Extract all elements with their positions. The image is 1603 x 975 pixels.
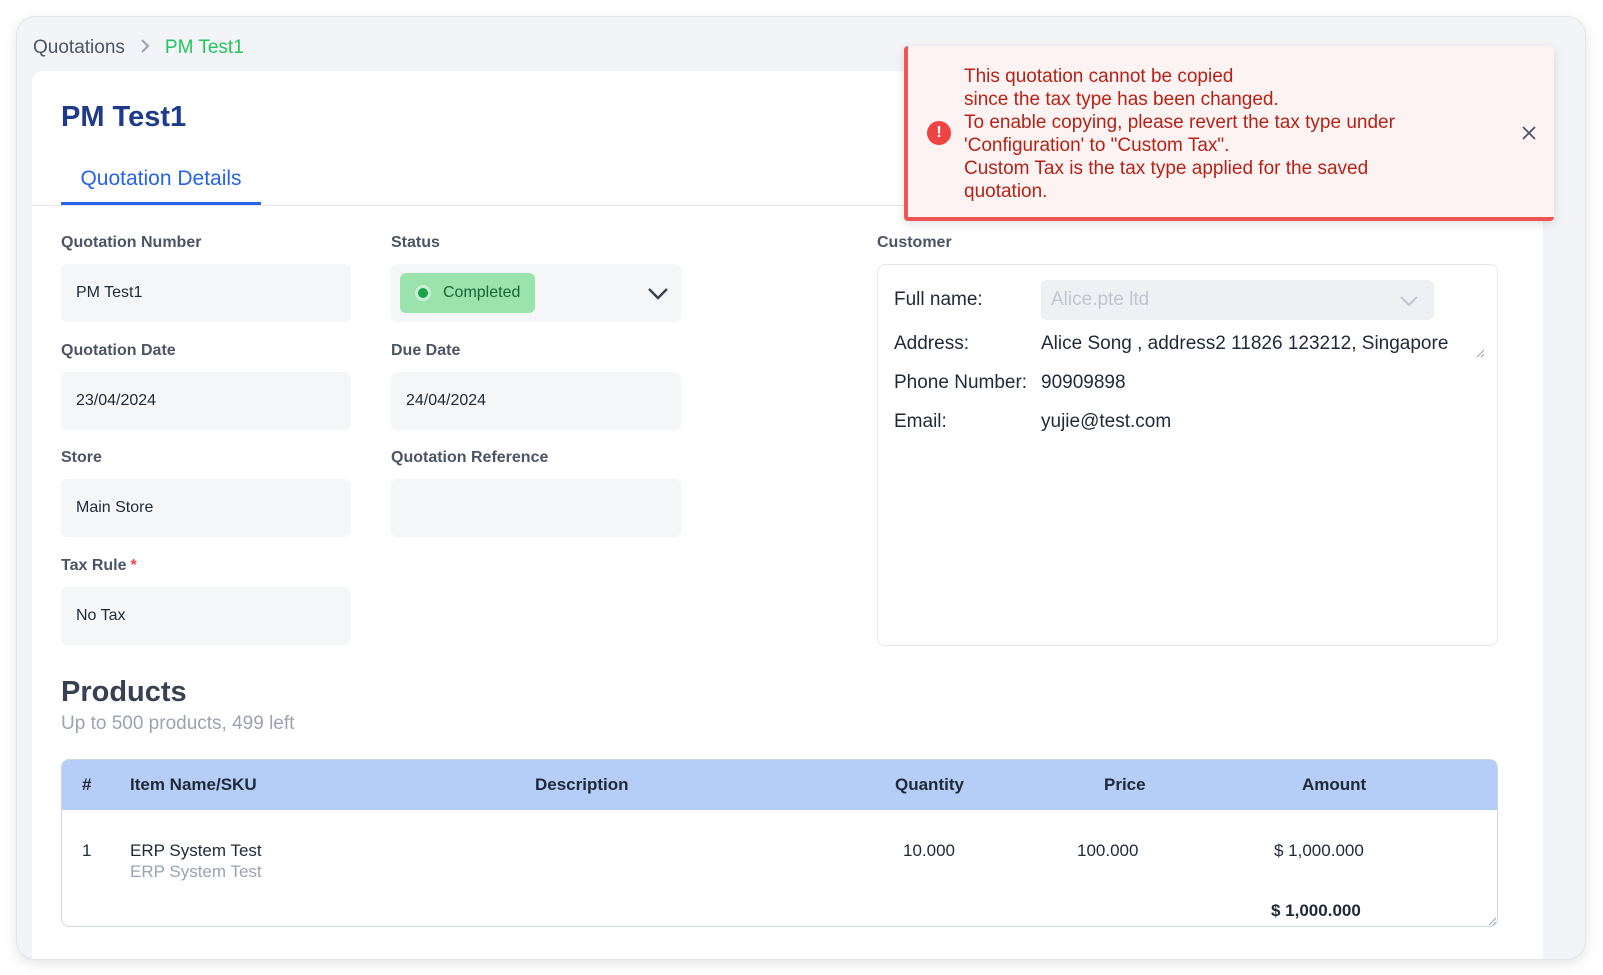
toast-message-line: Custom Tax is the tax type applied for t… [964,158,1369,179]
close-icon[interactable] [1520,124,1538,142]
row-price: 100.000 [1077,841,1139,860]
row-item-name: ERP System Test [130,841,262,860]
products-total: $ 1,000.000 [1271,901,1361,920]
status-badge: Completed [400,273,536,313]
customer-label: Customer [877,234,952,251]
error-toast: ! This quotation cannot be copied since … [904,46,1554,221]
toast-message-line: To enable copying, please revert the tax… [964,112,1395,133]
phone-value: 90909898 [1041,372,1126,393]
tax-rule-field[interactable]: No Tax [61,587,351,645]
breadcrumb-quotations-link[interactable]: Quotations [33,37,125,59]
breadcrumb-separator-icon [139,38,151,59]
chevron-down-icon[interactable] [645,280,671,306]
toast-message-line: This quotation cannot be copied [964,66,1234,87]
table-header: # Item Name/SKU Description Quantity Pri… [62,760,1497,810]
column-header-item: Item Name/SKU [130,775,257,794]
row-quantity: 10.000 [903,841,955,860]
due-date-label: Due Date [391,342,461,359]
page-title: PM Test1 [61,101,187,133]
resize-handle-icon[interactable] [1487,916,1497,926]
quotation-date-label: Quotation Date [61,342,176,359]
column-header-amount: Amount [1302,775,1367,794]
store-label: Store [61,449,102,466]
tab-quotation-details[interactable]: Quotation Details [61,167,261,205]
status-value: Completed [443,284,521,301]
toast-message-line: quotation. [964,181,1048,202]
email-label: Email: [894,411,947,432]
quotation-number-label: Quotation Number [61,234,202,251]
email-value: yujie@test.com [1041,411,1172,432]
status-label: Status [391,234,440,251]
status-select[interactable]: Completed [391,264,681,322]
products-table: # Item Name/SKU Description Quantity Pri… [61,759,1498,927]
tax-rule-label-text: Tax Rule [61,557,127,574]
column-header-price: Price [1104,775,1146,794]
row-item-sku: ERP System Test [130,862,262,881]
tax-rule-label: Tax Rule * [61,557,137,575]
toast-message: This quotation cannot be copied since th… [964,65,1484,203]
column-header-description: Description [535,775,629,794]
quotation-reference-label: Quotation Reference [391,449,549,466]
quotation-date-field[interactable]: 23/04/2024 [61,372,351,430]
full-name-select[interactable]: Alice.pte ltd [1041,280,1434,320]
store-field[interactable]: Main Store [61,479,351,537]
products-title: Products [61,676,187,708]
breadcrumb-current: PM Test1 [164,37,244,58]
products-subtitle: Up to 500 products, 499 left [61,713,295,734]
breadcrumb: Quotations PM Test1 [33,35,244,61]
column-header-quantity: Quantity [895,775,964,794]
full-name-label: Full name: [894,289,983,310]
error-icon: ! [927,121,951,145]
chevron-down-icon [1400,296,1418,307]
quotation-number-field[interactable]: PM Test1 [61,264,351,322]
row-index: 1 [82,841,92,860]
phone-label: Phone Number: [894,372,1028,393]
resize-handle-icon[interactable] [1475,348,1485,358]
row-amount: $ 1,000.000 [1274,841,1364,860]
required-mark: * [130,557,137,574]
customer-panel: Full name: Alice.pte ltd Address: Alice … [877,264,1498,646]
toast-message-line: since the tax type has been changed. [964,89,1279,110]
column-header-index: # [82,775,92,794]
address-label: Address: [894,333,969,354]
address-value[interactable]: Alice Song , address2 11826 123212, Sing… [1041,333,1448,355]
full-name-placeholder: Alice.pte ltd [1051,289,1150,310]
toast-message-line: 'Configuration' to "Custom Tax". [964,135,1230,156]
due-date-field[interactable]: 24/04/2024 [391,372,681,430]
status-dot-icon [415,285,431,301]
quotation-reference-field[interactable] [391,479,681,537]
